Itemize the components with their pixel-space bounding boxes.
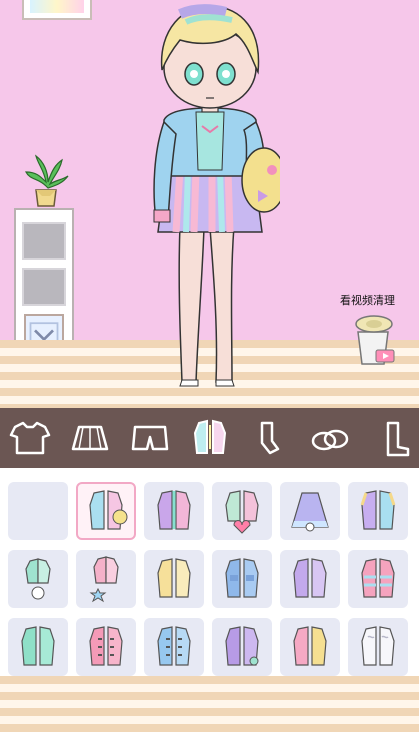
wardrobe-item-empty[interactable]: [8, 482, 68, 540]
room-scene: 看视频清理: [0, 0, 419, 408]
picture-icon: [30, 0, 84, 13]
lavender-jacket-icon: [225, 626, 259, 666]
wardrobe-item-heart-bag-jacket[interactable]: [212, 482, 272, 540]
wardrobe-item-yellow-jacket[interactable]: [144, 550, 204, 608]
t-shirt-icon: [9, 421, 51, 455]
wardrobe-item-denim-jacket[interactable]: [212, 550, 272, 608]
socks-icon: [261, 421, 280, 455]
wardrobe-grid: [0, 468, 419, 676]
wardrobe-item-white-fur-coat[interactable]: [348, 618, 408, 676]
tab-shoes[interactable]: [299, 412, 359, 464]
wardrobe-item-purple-cardigan[interactable]: [144, 482, 204, 540]
wardrobe-item-lavender-jacket[interactable]: [212, 618, 272, 676]
tab-more[interactable]: [359, 412, 419, 464]
wardrobe-item-blue-duffle-coat[interactable]: [144, 618, 204, 676]
wardrobe-item-pink-duffle-coat[interactable]: [76, 618, 136, 676]
shelf-slot-middle[interactable]: [22, 268, 66, 306]
denim-jacket-icon: [225, 558, 259, 598]
wardrobe-item-rainbow-cardigan[interactable]: [76, 482, 136, 540]
tab-tops[interactable]: [0, 412, 60, 464]
lilac-jacket-icon: [293, 558, 327, 598]
wardrobe-item-lilac-jacket[interactable]: [280, 550, 340, 608]
dress-up-character: [153, 4, 280, 387]
shoes-icon: [311, 429, 349, 451]
tab-socks[interactable]: [239, 412, 299, 464]
shelf-slot-top[interactable]: [22, 222, 66, 260]
heart-bag-jacket-icon: [225, 490, 259, 534]
rainbow-cardigan-icon: [89, 490, 128, 530]
floor-bottom: [0, 676, 419, 732]
pink-duffle-coat-icon: [89, 626, 123, 666]
wardrobe-item-pastel-varsity-jacket[interactable]: [348, 482, 408, 540]
wardrobe-item-blue-cape[interactable]: [280, 482, 340, 540]
category-tab-bar: [0, 408, 419, 468]
potted-plant-icon[interactable]: [22, 150, 70, 212]
skirt-icon: [71, 425, 109, 451]
wall-picture-frame: [22, 0, 92, 20]
white-fur-coat-icon: [361, 626, 395, 666]
blue-duffle-coat-icon: [157, 626, 191, 666]
tab-jackets[interactable]: [180, 412, 240, 464]
striped-windbreaker-icon: [361, 558, 395, 598]
wardrobe-item-star-pink-jacket[interactable]: [76, 550, 136, 608]
purple-cardigan-icon: [157, 490, 191, 530]
star-pink-jacket-icon: [89, 556, 119, 603]
pastel-varsity-jacket-icon: [360, 490, 396, 530]
bookshelf[interactable]: [14, 208, 74, 362]
wardrobe-item-mint-coat[interactable]: [8, 618, 68, 676]
pink-yellow-coat-icon: [293, 626, 327, 666]
wardrobe-item-pink-yellow-coat[interactable]: [280, 618, 340, 676]
tab-skirts[interactable]: [60, 412, 120, 464]
tab-shorts[interactable]: [120, 412, 180, 464]
wardrobe-item-striped-windbreaker[interactable]: [348, 550, 408, 608]
blue-cape-icon: [291, 492, 329, 532]
boot-icon: [386, 421, 410, 457]
mint-coat-icon: [21, 626, 55, 666]
trash-bin-icon[interactable]: [350, 306, 396, 368]
yellow-jacket-icon: [157, 558, 191, 598]
shorts-icon: [131, 425, 168, 451]
wardrobe-item-mint-jacket-with-charm[interactable]: [8, 550, 68, 608]
mint-jacket-with-charm-icon: [25, 558, 51, 600]
jacket-icon: [193, 419, 226, 454]
